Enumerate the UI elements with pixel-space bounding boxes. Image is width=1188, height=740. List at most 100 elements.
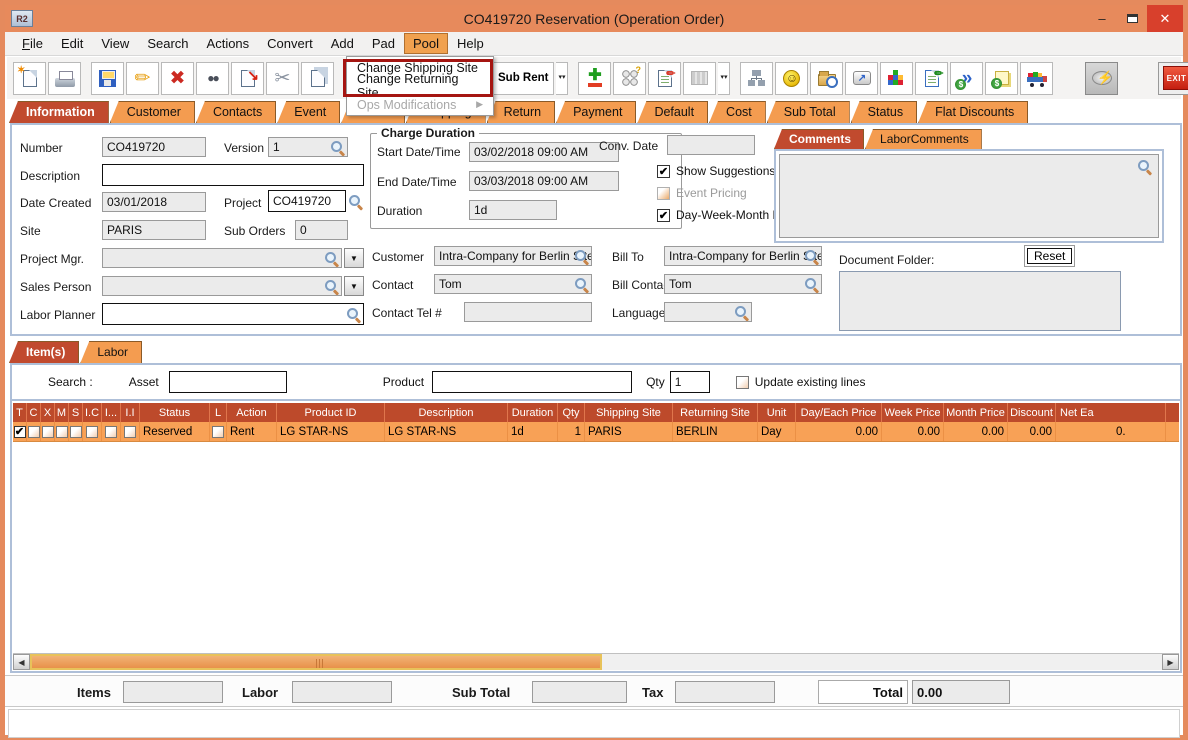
tab-event[interactable]: Event — [277, 101, 341, 123]
hierarchy-button[interactable] — [740, 61, 774, 95]
sales-person-dropdown[interactable]: ▼ — [344, 276, 364, 296]
update-lines-checkbox[interactable] — [735, 375, 749, 389]
comments-textarea[interactable] — [779, 154, 1159, 238]
col-x[interactable]: X — [41, 403, 55, 422]
tab-customer[interactable]: Customer — [109, 101, 195, 123]
bill-contact-field[interactable]: Tom — [664, 274, 822, 294]
col-product-id[interactable]: Product ID — [277, 403, 385, 422]
paste-special-button[interactable]: ↘ — [231, 61, 264, 95]
tab-labor[interactable]: Labor — [80, 341, 143, 363]
menu-pad[interactable]: Pad — [363, 33, 404, 54]
calendar-button[interactable] — [683, 61, 717, 95]
menu-view[interactable]: View — [92, 33, 138, 54]
project-lookup-icon[interactable] — [348, 194, 363, 209]
billing-forward-button[interactable]: » $ — [950, 61, 984, 95]
date-created-field[interactable]: 03/01/2018 — [102, 192, 206, 212]
version-lookup-icon[interactable] — [330, 140, 345, 155]
row-x-checkbox[interactable] — [41, 425, 54, 438]
description-field[interactable] — [102, 164, 364, 186]
comments-lookup-icon[interactable] — [1137, 159, 1152, 174]
row-s-checkbox[interactable] — [69, 425, 82, 438]
customer-field[interactable]: Intra-Company for Berlin Site — [434, 246, 592, 266]
bill-to-field[interactable]: Intra-Company for Berlin Site — [664, 246, 822, 266]
col-unit[interactable]: Unit — [758, 403, 796, 422]
sub-orders-field[interactable]: 0 — [295, 220, 348, 240]
contact-field[interactable]: Tom — [434, 274, 592, 294]
close-button[interactable]: ✕ — [1147, 5, 1183, 32]
menu-actions[interactable]: Actions — [198, 33, 259, 54]
col-day-each-price[interactable]: Day/Each Price — [796, 403, 882, 422]
bill-contact-lookup-icon[interactable] — [804, 277, 819, 292]
sales-person-lookup-icon[interactable] — [324, 279, 339, 294]
folder-history-button[interactable] — [810, 61, 844, 95]
col-duration[interactable]: Duration — [508, 403, 558, 422]
tab-comments[interactable]: Comments — [774, 129, 865, 149]
show-suggestions-checkbox[interactable]: ✔ — [657, 164, 670, 178]
tab-cost[interactable]: Cost — [709, 101, 766, 123]
add-remove-line-button[interactable]: ✚ — [578, 61, 612, 95]
menu-pool[interactable]: Pool — [403, 33, 449, 54]
menu-search[interactable]: Search — [138, 33, 197, 54]
col-shipping-site[interactable]: Shipping Site — [585, 403, 673, 422]
item-table-row[interactable]: ✔ Reserved Rent LG STAR-NS LG STAR-NS 1d… — [13, 422, 1179, 442]
col-c[interactable]: C — [27, 403, 41, 422]
menu-convert[interactable]: Convert — [258, 33, 322, 54]
start-datetime-field[interactable]: 03/02/2018 09:00 AM — [469, 142, 619, 162]
project-mgr-lookup-icon[interactable] — [324, 251, 339, 266]
row-m-checkbox[interactable] — [55, 425, 68, 438]
menu-help[interactable]: Help — [448, 33, 493, 54]
exit-button[interactable]: EXIT — [1158, 61, 1188, 95]
col-ic[interactable]: I.C — [83, 403, 102, 422]
col-t[interactable]: T — [13, 403, 27, 422]
dwm-pricing-checkbox[interactable]: ✔ — [657, 208, 670, 222]
shipping-truck-button[interactable] — [1020, 61, 1054, 95]
edit-button[interactable]: ✏ — [126, 61, 159, 95]
col-qty[interactable]: Qty — [558, 403, 585, 422]
shortcut-key-button[interactable]: ↗ — [845, 61, 879, 95]
calendar-dropdown[interactable]: ▾▾ — [718, 61, 731, 95]
scrollbar-thumb[interactable] — [30, 654, 602, 670]
language-lookup-icon[interactable] — [734, 305, 749, 320]
menu-add[interactable]: Add — [322, 33, 363, 54]
database-button[interactable] — [880, 61, 914, 95]
col-week-price[interactable]: Week Price — [882, 403, 944, 422]
tab-subtotal[interactable]: Sub Total — [766, 101, 850, 123]
customer-lookup-icon[interactable] — [574, 249, 589, 264]
save-button[interactable] — [91, 61, 124, 95]
col-i[interactable]: I... — [102, 403, 121, 422]
smiley-button[interactable]: ☺ — [775, 61, 809, 95]
end-datetime-field[interactable]: 03/03/2018 09:00 AM — [469, 171, 619, 191]
bill-to-lookup-icon[interactable] — [804, 249, 819, 264]
col-l[interactable]: L — [210, 403, 227, 422]
labor-planner-field[interactable] — [102, 303, 364, 325]
language-field[interactable] — [664, 302, 752, 322]
cut-button[interactable]: ✂ — [266, 61, 299, 95]
menu-item-change-returning-site[interactable]: Change Returning Site — [347, 72, 493, 100]
tab-return[interactable]: Return — [486, 101, 556, 123]
document-edit-button[interactable]: ✏ — [915, 61, 949, 95]
tab-labor-comments[interactable]: LaborComments — [865, 129, 982, 149]
find-button[interactable]: ●● — [196, 61, 229, 95]
product-search-input[interactable] — [432, 371, 633, 393]
col-returning-site[interactable]: Returning Site — [673, 403, 758, 422]
asset-search-input[interactable] — [168, 371, 287, 393]
qty-input[interactable]: 1 — [669, 371, 710, 393]
col-description[interactable]: Description — [385, 403, 508, 422]
copy-button[interactable] — [301, 61, 334, 95]
sales-person-field[interactable] — [102, 276, 342, 296]
reset-button[interactable]: Reset — [1024, 245, 1076, 267]
row-l-checkbox[interactable] — [212, 425, 224, 438]
col-discount[interactable]: Discount — [1008, 403, 1056, 422]
scroll-left-button[interactable]: ◀ — [13, 654, 30, 670]
contact-lookup-icon[interactable] — [574, 277, 589, 292]
col-m[interactable]: M — [55, 403, 69, 422]
site-field[interactable]: PARIS — [102, 220, 206, 240]
maximize-button[interactable] — [1117, 5, 1147, 32]
tab-items[interactable]: Item(s) — [9, 341, 80, 363]
flash-button[interactable] — [1085, 61, 1119, 95]
minimize-button[interactable]: – — [1087, 5, 1117, 32]
scrollbar-track[interactable] — [602, 654, 1162, 670]
tab-payment[interactable]: Payment — [556, 101, 637, 123]
project-mgr-dropdown[interactable]: ▼ — [344, 248, 364, 268]
new-document-button[interactable]: ✶ — [13, 61, 46, 95]
